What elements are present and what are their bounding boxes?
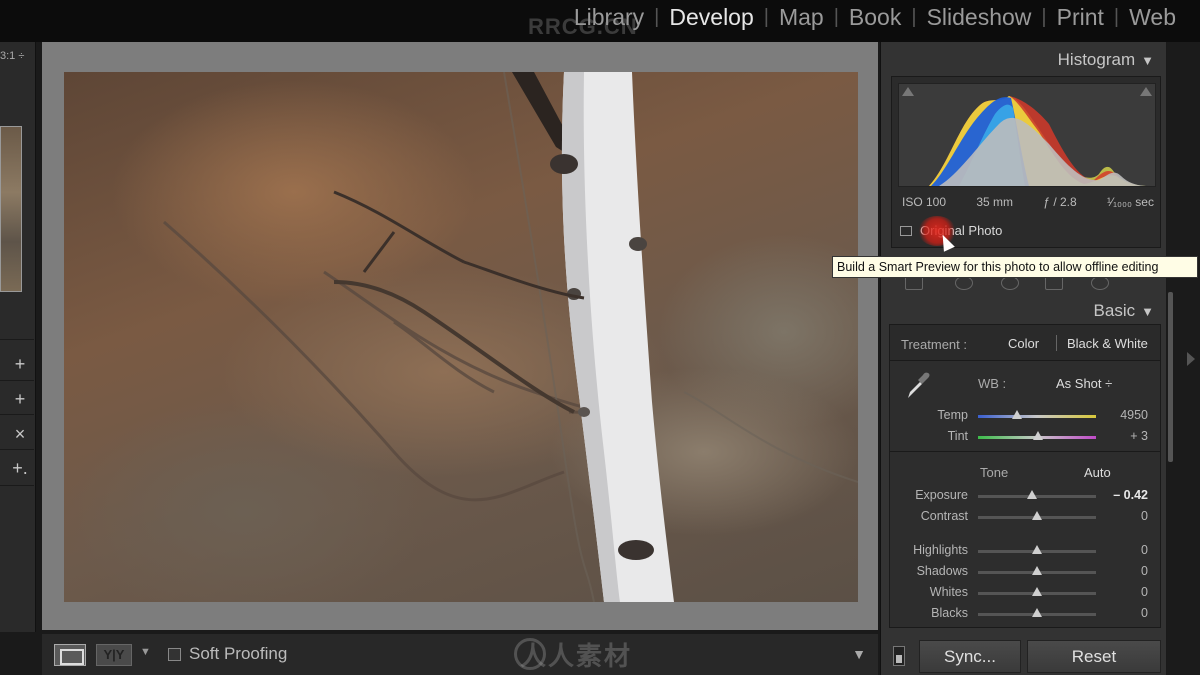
- wb-label: WB :: [978, 376, 1007, 391]
- slider-temp: Temp 4950: [890, 407, 1160, 425]
- slider-label: Contrast: [920, 509, 968, 523]
- slider-label: Whites: [929, 585, 968, 599]
- wb-select[interactable]: As Shot ÷: [1056, 376, 1112, 391]
- basic-title: Basic: [1093, 301, 1136, 320]
- module-book[interactable]: Book: [839, 4, 911, 31]
- panel-buttons: Sync... Reset: [881, 640, 1167, 675]
- slider-knob[interactable]: [1032, 587, 1042, 596]
- slider-whites: Whites 0: [890, 584, 1160, 602]
- reset-button[interactable]: Reset: [1027, 640, 1161, 673]
- soft-proofing-label: Soft Proofing: [189, 644, 288, 663]
- spot-removal-icon[interactable]: [955, 276, 973, 290]
- loupe-view-button[interactable]: [54, 644, 86, 666]
- photo-image[interactable]: [64, 72, 858, 602]
- auto-tone-button[interactable]: Auto: [1084, 465, 1111, 480]
- original-photo-checkbox[interactable]: [900, 225, 912, 236]
- histogram-graph[interactable]: [898, 83, 1156, 187]
- add-collection-button[interactable]: +.: [10, 458, 30, 478]
- slider-value[interactable]: 0: [1141, 543, 1148, 557]
- slider-label: Highlights: [913, 543, 968, 557]
- slider-exposure: Exposure – 0.42: [890, 487, 1160, 505]
- slider-blacks: Blacks 0: [890, 605, 1160, 623]
- slider-value[interactable]: 0: [1141, 585, 1148, 599]
- watermark-bottom: 人人素材: [520, 641, 633, 671]
- soft-proofing-checkbox[interactable]: [168, 648, 181, 661]
- right-scrollbar[interactable]: [1167, 42, 1200, 675]
- slider-label: Tint: [947, 429, 968, 443]
- sync-switch[interactable]: [893, 646, 905, 666]
- right-panel: Histogram ▼ ISO 100 35 mm ƒ / 2.8 ¹⁄₁₀₀₀ …: [880, 42, 1166, 675]
- red-eye-icon[interactable]: [1001, 276, 1019, 290]
- module-develop[interactable]: Develop: [659, 4, 763, 31]
- treatment-row: Treatment : Color Black & White: [890, 325, 1160, 361]
- crop-tool-icon[interactable]: [905, 276, 923, 290]
- treatment-label: Treatment :: [901, 337, 967, 352]
- slider-knob[interactable]: [1027, 490, 1038, 499]
- scroll-thumb[interactable]: [1168, 292, 1173, 462]
- slider-track[interactable]: [978, 415, 1096, 418]
- slider-value[interactable]: 0: [1141, 564, 1148, 578]
- histogram-header[interactable]: Histogram ▼: [1058, 50, 1154, 70]
- photo-canvas: [42, 42, 878, 630]
- histogram-title: Histogram: [1057, 50, 1136, 69]
- tool-strip: [891, 276, 1161, 294]
- bottom-toolbar: Y|Y ▼ Soft Proofing 人人素材 ▼: [42, 634, 878, 675]
- radial-filter-icon[interactable]: [1091, 276, 1109, 290]
- basic-header[interactable]: Basic ▼: [1094, 301, 1154, 321]
- tone-label: Tone: [980, 465, 1009, 480]
- add-snapshot-button[interactable]: +: [10, 389, 30, 409]
- module-picker: Library | Develop | Map | Book | Slideshow | …: [0, 0, 1200, 42]
- aperture-value: ƒ / 2.8: [1043, 195, 1077, 209]
- slider-knob[interactable]: [1033, 431, 1044, 440]
- tone-header: Tone Auto: [890, 465, 1160, 483]
- expand-panel-icon[interactable]: [1187, 352, 1195, 366]
- slider-value[interactable]: 0: [1141, 509, 1148, 523]
- slider-knob[interactable]: [1032, 608, 1042, 617]
- slider-highlights: Highlights 0: [890, 542, 1160, 560]
- module-map[interactable]: Map: [769, 4, 834, 31]
- module-slideshow[interactable]: Slideshow: [917, 4, 1042, 31]
- watermark-top: RRCG.CN: [528, 14, 638, 39]
- slider-knob[interactable]: [1032, 566, 1042, 575]
- navigator-thumbnail[interactable]: [0, 126, 22, 292]
- slider-shadows: Shadows 0: [890, 563, 1160, 581]
- slider-knob[interactable]: [1032, 545, 1042, 554]
- slider-knob[interactable]: [1011, 410, 1022, 419]
- module-print[interactable]: Print: [1047, 4, 1114, 31]
- slider-contrast: Contrast 0: [890, 508, 1160, 526]
- focal-length: 35 mm: [976, 195, 1014, 209]
- shutter-speed: ¹⁄₁₀₀₀ sec: [1106, 195, 1154, 209]
- basic-panel: Treatment : Color Black & White WB : As …: [889, 324, 1161, 628]
- slider-label: Shadows: [916, 564, 968, 578]
- before-after-dropdown[interactable]: ▼: [140, 646, 151, 658]
- slider-value[interactable]: + 3: [1130, 429, 1148, 443]
- iso-value: ISO 100: [902, 195, 947, 209]
- module-list: Library | Develop | Map | Book | Slideshow | …: [564, 4, 1186, 31]
- graduated-filter-icon[interactable]: [1045, 276, 1063, 290]
- before-after-button[interactable]: Y|Y: [96, 644, 132, 666]
- treatment-black-white[interactable]: Black & White: [1067, 336, 1148, 351]
- navigator-zoom[interactable]: 3:1 ÷: [0, 50, 24, 62]
- tooltip: Build a Smart Preview for this photo to …: [832, 256, 1198, 278]
- eyedropper-icon[interactable]: [904, 370, 934, 400]
- slider-value[interactable]: – 0.42: [1113, 488, 1148, 502]
- slider-knob[interactable]: [1032, 511, 1042, 520]
- slider-value[interactable]: 4950: [1120, 408, 1148, 422]
- sync-button[interactable]: Sync...: [919, 640, 1021, 673]
- slider-value[interactable]: 0: [1141, 606, 1148, 620]
- slider-label: Temp: [937, 408, 968, 422]
- collapse-triangle-icon: ▼: [1141, 53, 1154, 68]
- slider-label: Blacks: [931, 606, 968, 620]
- left-panel: 3:1 ÷ + + × +.: [0, 42, 36, 632]
- collapse-triangle-icon: ▼: [1141, 304, 1154, 319]
- treatment-color[interactable]: Color: [1008, 336, 1039, 351]
- slider-label: Exposure: [915, 488, 968, 502]
- slider-tint: Tint + 3: [890, 428, 1160, 446]
- toolbar-menu-icon[interactable]: ▼: [852, 646, 866, 662]
- exif-info: ISO 100 35 mm ƒ / 2.8 ¹⁄₁₀₀₀ sec: [902, 195, 1154, 209]
- add-preset-button[interactable]: +: [10, 354, 30, 374]
- remove-button[interactable]: ×: [10, 424, 30, 444]
- module-web[interactable]: Web: [1119, 4, 1186, 31]
